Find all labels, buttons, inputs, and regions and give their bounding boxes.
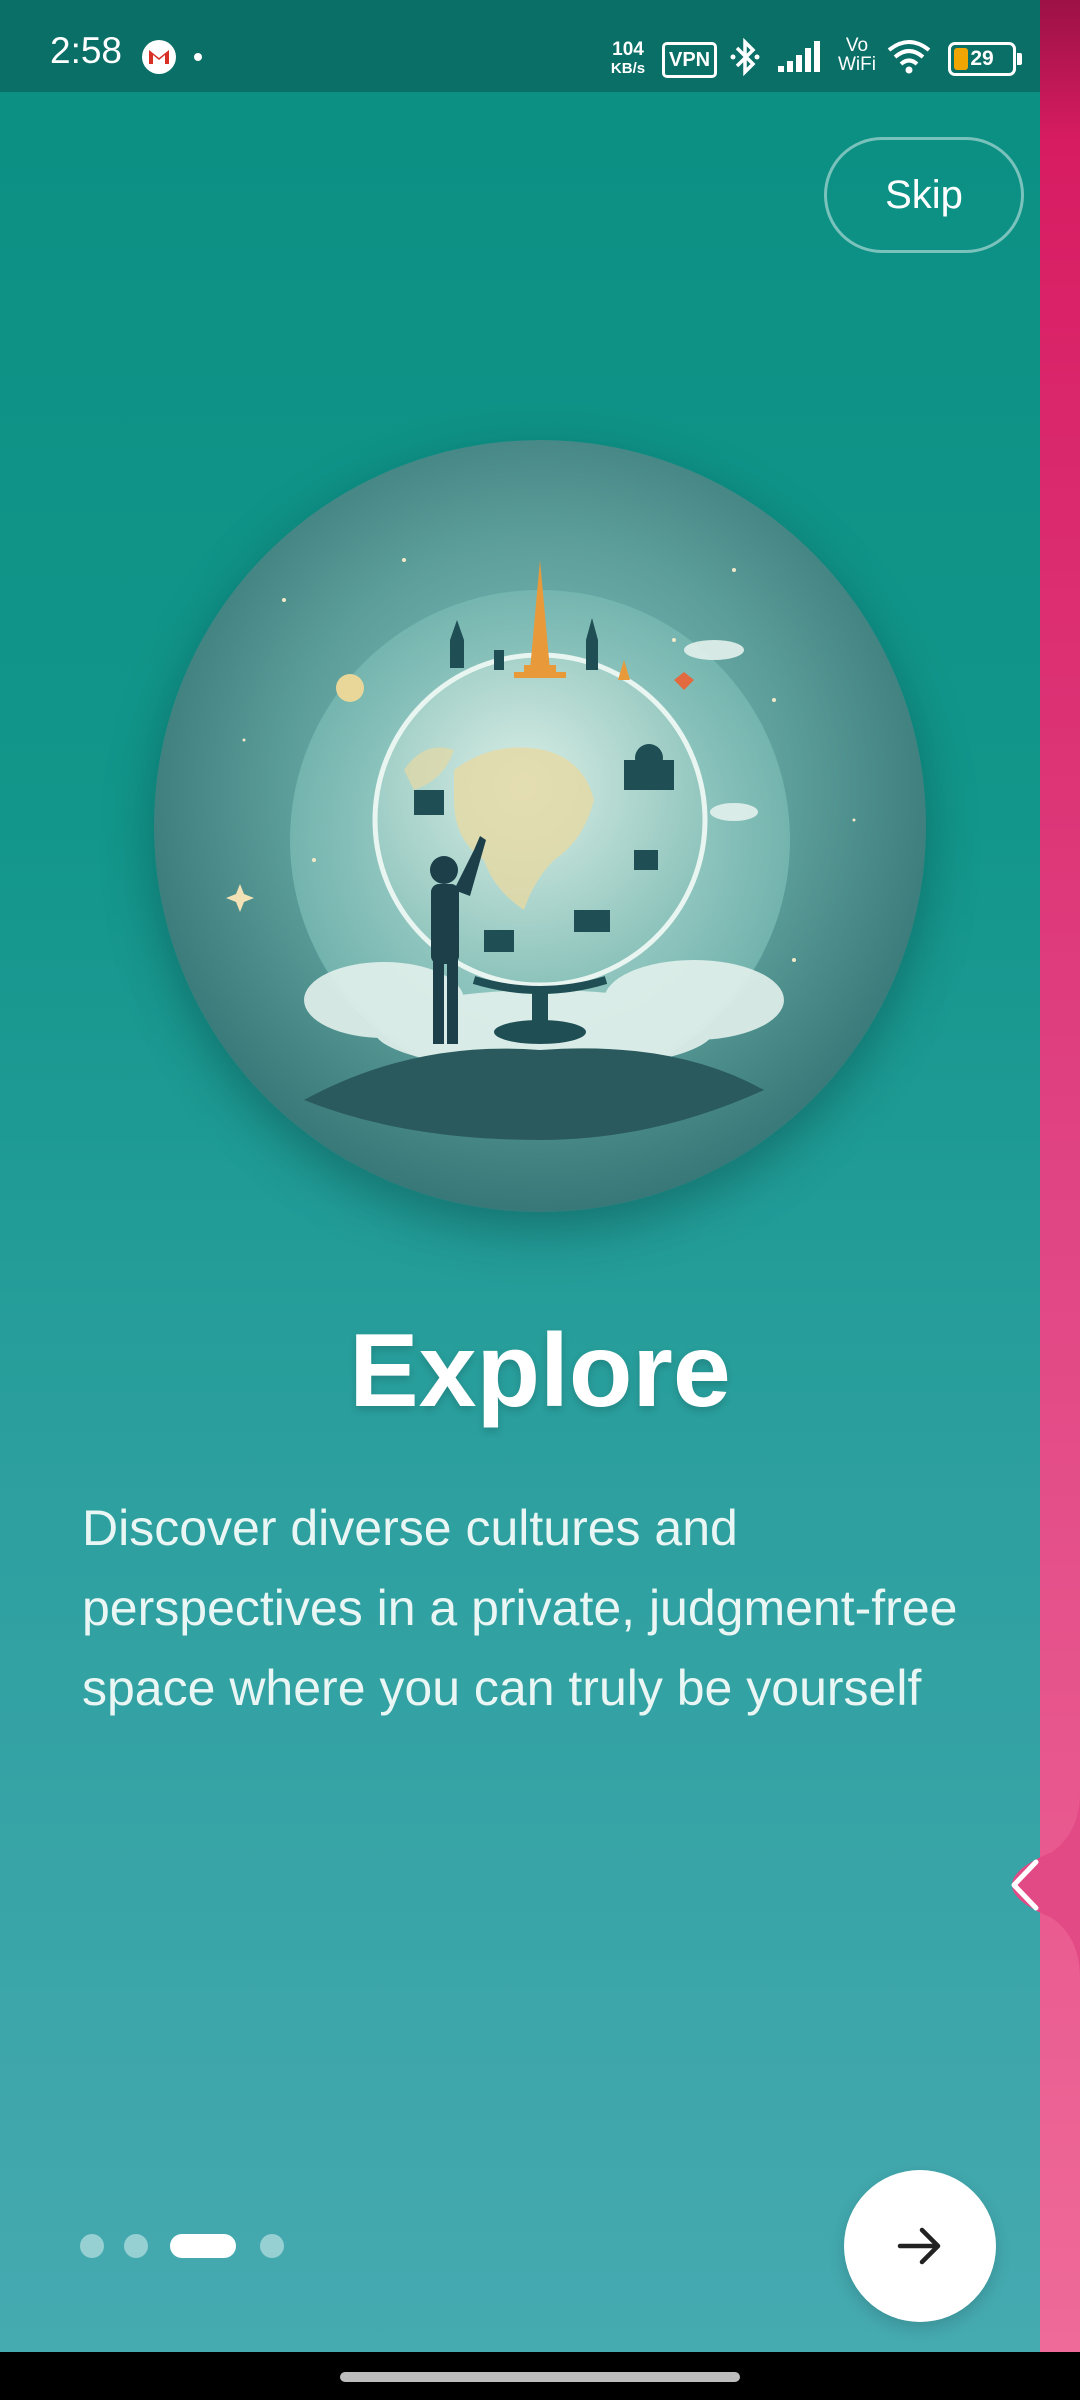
skip-button[interactable]: Skip: [824, 137, 1024, 253]
page-dot[interactable]: [80, 2234, 104, 2258]
arrow-right-icon: [897, 2227, 941, 2265]
network-speed: 104 KB/s: [606, 40, 650, 78]
hero-illustration: [154, 440, 926, 1212]
side-drawer-edge[interactable]: [1040, 0, 1080, 2352]
vpn-badge: VPN: [662, 42, 718, 78]
drawer-handle[interactable]: [972, 1792, 1080, 1978]
notification-dot: [194, 53, 202, 61]
vowifi-indicator: Vo WiFi: [834, 36, 880, 74]
vowifi-bottom: WiFi: [838, 54, 876, 75]
signal-icon: [776, 40, 824, 79]
battery-icon: 29: [948, 42, 1022, 76]
page-dot[interactable]: [260, 2234, 284, 2258]
battery-nub: [1017, 53, 1022, 65]
status-bar: 2:58 104 KB/s VPN Vo WiFi 29: [0, 0, 1080, 92]
page-description: Discover diverse cultures and perspectiv…: [82, 1500, 958, 1716]
home-gesture-handle[interactable]: [340, 2372, 740, 2382]
next-button[interactable]: [844, 2170, 996, 2322]
gmail-icon: [142, 40, 176, 74]
bluetooth-icon: [728, 37, 762, 81]
status-time: 2:58: [50, 30, 123, 71]
navigation-bar: [0, 2352, 1080, 2400]
onboarding-screen: 2:58 104 KB/s VPN Vo WiFi 29 Skip Explor…: [0, 0, 1080, 2352]
page-dot[interactable]: [124, 2234, 148, 2258]
network-speed-unit: KB/s: [610, 60, 646, 77]
page-dot-active[interactable]: [170, 2234, 236, 2258]
wifi-icon: [886, 38, 932, 79]
network-speed-value: 104: [612, 39, 644, 60]
battery-level: 29: [970, 47, 994, 70]
page-title: Explore: [349, 1313, 731, 1429]
vowifi-top: Vo: [845, 35, 869, 56]
